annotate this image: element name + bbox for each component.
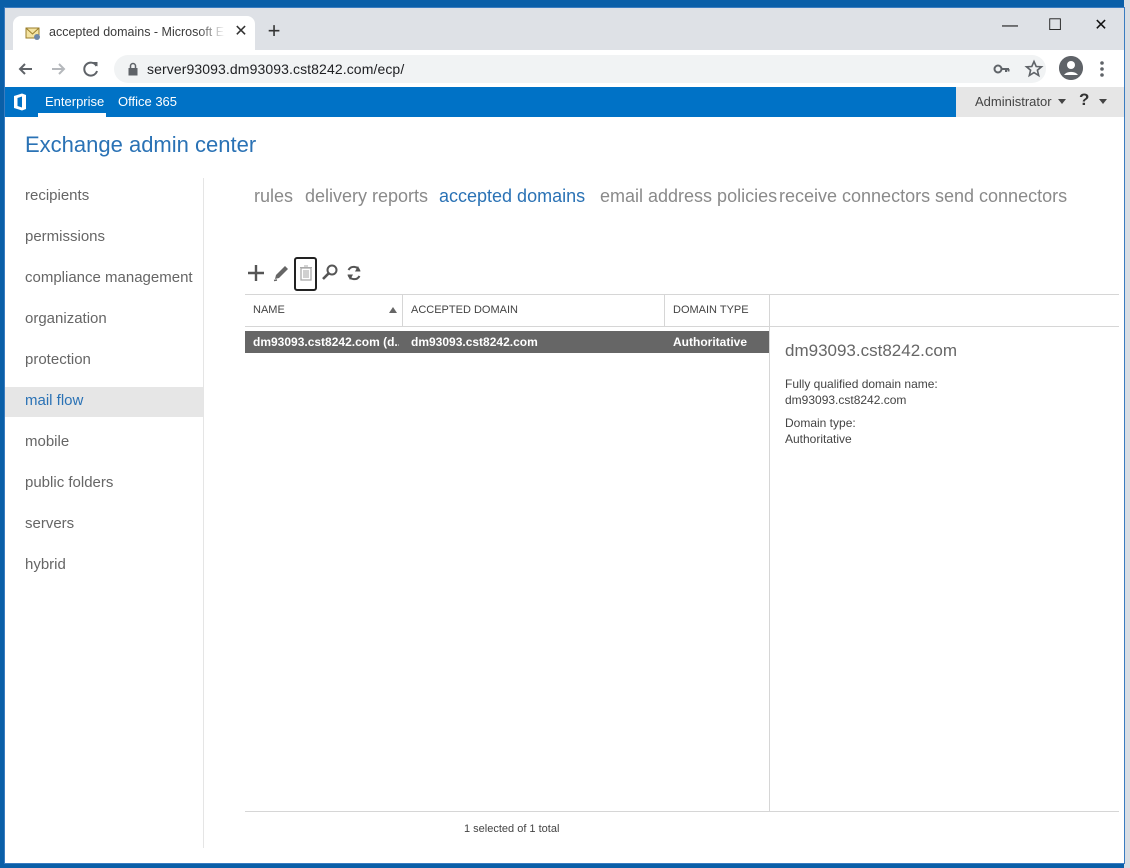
nav-label: permissions xyxy=(25,228,106,245)
column-label: DOMAIN TYPE xyxy=(673,304,749,316)
nav-item-mobile[interactable]: mobile xyxy=(5,428,203,458)
user-menu[interactable]: Administrator xyxy=(975,94,1052,109)
nav-item-organization[interactable]: organization xyxy=(5,305,203,335)
tab-close-icon[interactable]: ✕ xyxy=(232,23,250,41)
sort-ascending-icon xyxy=(389,307,397,313)
edit-icon[interactable] xyxy=(270,262,292,284)
nav-label: mobile xyxy=(25,433,70,450)
maximize-icon[interactable]: ☐ xyxy=(1032,12,1078,40)
details-divider xyxy=(769,325,770,811)
tab-delivery-reports[interactable]: delivery reports xyxy=(305,186,428,207)
refresh-icon[interactable] xyxy=(343,262,365,284)
nav-label: hybrid xyxy=(25,556,66,573)
selection-status: 1 selected of 1 total xyxy=(464,823,560,835)
nav-label: mail flow xyxy=(25,392,84,409)
minimize-icon[interactable]: — xyxy=(987,12,1033,40)
fqdn-label: Fully qualified domain name: xyxy=(785,377,938,391)
nav-item-hybrid[interactable]: hybrid xyxy=(5,551,203,581)
star-icon[interactable] xyxy=(1024,59,1044,79)
desktop-edge xyxy=(1124,0,1130,868)
table-row[interactable]: dm93093.cst8242.com (d... dm93093.cst824… xyxy=(245,331,769,353)
tab-accepted-domains[interactable]: accepted domains xyxy=(439,186,585,207)
browser-tab[interactable]: accepted domains - Microsoft Exchange ✕ xyxy=(13,16,255,50)
nav-item-mail-flow[interactable]: mail flow xyxy=(5,387,203,417)
column-divider xyxy=(769,295,770,326)
tab-email-address-policies[interactable]: email address policies xyxy=(600,186,777,207)
details-title: dm93093.cst8242.com xyxy=(785,341,957,360)
title-bar: accepted domains - Microsoft Exchange ✕ … xyxy=(5,8,1124,50)
page-title: Exchange admin center xyxy=(25,132,257,157)
nav-label: servers xyxy=(25,515,75,532)
nav-label: compliance management xyxy=(25,269,193,286)
nav-label: protection xyxy=(25,351,91,368)
tab-send-connectors[interactable]: send connectors xyxy=(935,186,1067,207)
tab-receive-connectors[interactable]: receive connectors xyxy=(779,186,930,207)
browser-toolbar: server93093.dm93093.cst8242.com/ecp/ xyxy=(5,50,1124,88)
left-nav: recipients permissions compliance manage… xyxy=(5,178,204,848)
nav-item-public-folders[interactable]: public folders xyxy=(5,469,203,499)
menu-icon[interactable] xyxy=(1093,58,1111,80)
cell-accepted-domain: dm93093.cst8242.com xyxy=(411,335,538,349)
active-indicator xyxy=(38,113,106,117)
profile-icon[interactable] xyxy=(1059,56,1083,80)
column-header-accepted-domain[interactable]: ACCEPTED DOMAIN xyxy=(403,295,664,326)
nav-label: organization xyxy=(25,310,107,327)
nav-item-compliance-management[interactable]: compliance management xyxy=(5,264,203,294)
search-icon[interactable] xyxy=(319,262,341,284)
cell-name: dm93093.cst8242.com (d... xyxy=(253,335,399,349)
office365-link[interactable]: Office 365 xyxy=(118,94,177,109)
nav-item-permissions[interactable]: permissions xyxy=(5,223,203,253)
close-window-icon[interactable]: ✕ xyxy=(1078,12,1124,40)
domain-type-label: Domain type: xyxy=(785,416,856,430)
enterprise-link[interactable]: Enterprise xyxy=(45,94,104,109)
user-area: Administrator ? xyxy=(956,87,1124,117)
key-icon[interactable] xyxy=(992,59,1012,79)
nav-item-servers[interactable]: servers xyxy=(5,510,203,540)
browser-window: accepted domains - Microsoft Exchange ✕ … xyxy=(5,8,1124,863)
add-icon[interactable] xyxy=(245,262,267,284)
nav-label: public folders xyxy=(25,474,114,491)
nav-item-protection[interactable]: protection xyxy=(5,346,203,376)
help-icon[interactable]: ? xyxy=(1079,90,1089,110)
column-label: ACCEPTED DOMAIN xyxy=(411,304,518,316)
url-text: server93093.dm93093.cst8242.com/ecp/ xyxy=(147,61,405,77)
nav-item-recipients[interactable]: recipients xyxy=(5,182,203,212)
nav-label: recipients xyxy=(25,187,90,204)
grid-footer-divider xyxy=(245,811,1119,812)
reload-icon[interactable] xyxy=(80,58,102,80)
tab-title: accepted domains - Microsoft Exchange xyxy=(49,25,225,39)
tab-rules[interactable]: rules xyxy=(254,186,293,207)
office-logo-icon[interactable] xyxy=(13,93,27,111)
back-icon[interactable] xyxy=(15,58,37,80)
column-label: NAME xyxy=(253,304,285,316)
exchange-favicon-icon xyxy=(25,27,40,40)
address-bar[interactable]: server93093.dm93093.cst8242.com/ecp/ xyxy=(114,55,1046,83)
chevron-down-icon[interactable] xyxy=(1058,99,1066,104)
suite-bar: Enterprise Office 365 Administrator ? xyxy=(5,87,1124,117)
delete-icon[interactable] xyxy=(295,262,317,284)
cell-domain-type: Authoritative xyxy=(673,335,748,349)
lock-icon xyxy=(128,62,138,76)
column-header-domain-type[interactable]: DOMAIN TYPE xyxy=(665,295,769,326)
domain-type-value: Authoritative xyxy=(785,432,852,446)
help-chevron-down-icon[interactable] xyxy=(1099,99,1107,104)
fqdn-value: dm93093.cst8242.com xyxy=(785,393,907,407)
forward-icon[interactable] xyxy=(47,58,69,80)
new-tab-icon[interactable]: + xyxy=(263,20,285,43)
column-header-name[interactable]: NAME xyxy=(245,295,402,326)
grid-header: NAME ACCEPTED DOMAIN DOMAIN TYPE xyxy=(245,294,1119,327)
